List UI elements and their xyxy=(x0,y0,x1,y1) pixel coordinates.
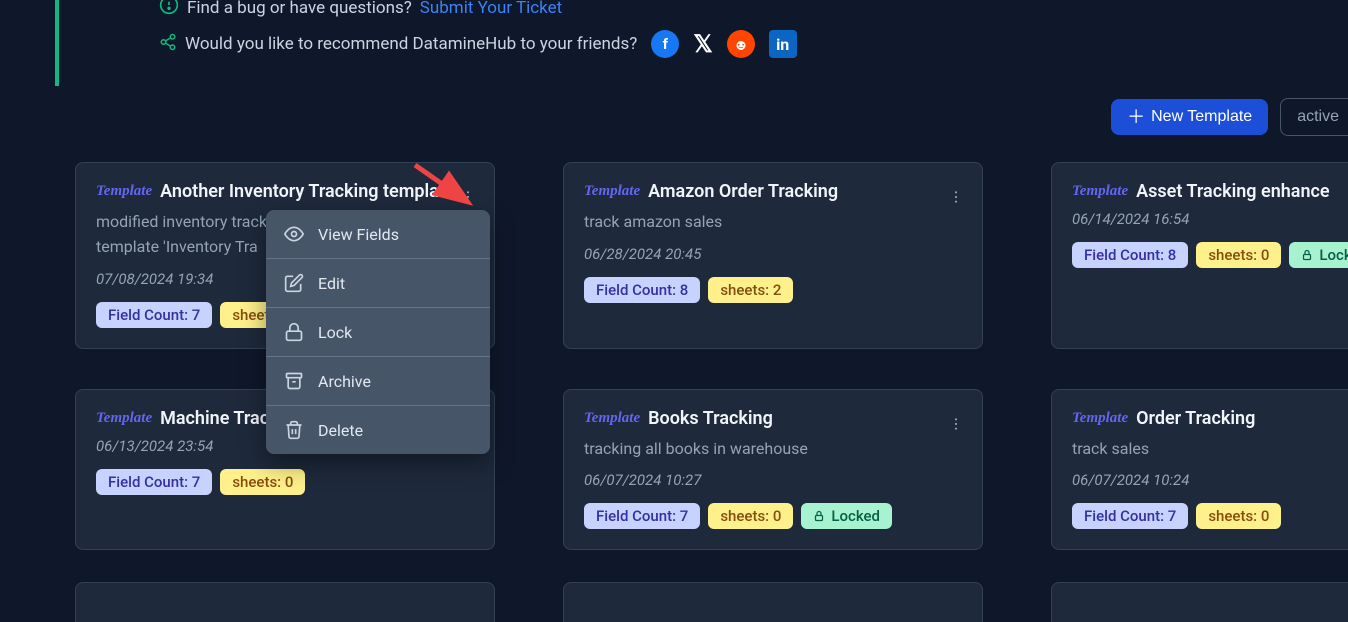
card-stub xyxy=(563,582,983,622)
active-filter-button[interactable]: active xyxy=(1280,98,1348,136)
card-stub xyxy=(1051,582,1348,622)
card-menu-button[interactable] xyxy=(456,185,480,213)
card-date: 06/07/2024 10:24 xyxy=(1072,471,1348,489)
active-filter-label: active xyxy=(1297,108,1339,126)
new-template-button[interactable]: ＋ New Template xyxy=(1111,99,1268,135)
menu-view-fields[interactable]: View Fields xyxy=(266,210,490,259)
card-header: Template Asset Tracking enhance xyxy=(1072,181,1348,202)
card-header: Template Books Tracking xyxy=(584,408,962,429)
field-count-chip: Field Count: 7 xyxy=(1072,503,1188,529)
recommend-text: Would you like to recommend DatamineHub … xyxy=(185,34,637,54)
field-count-chip: Field Count: 8 xyxy=(1072,242,1188,268)
menu-lock-label: Lock xyxy=(318,323,352,342)
sheets-chip: sheets: 0 xyxy=(1196,242,1281,268)
card-menu-button[interactable] xyxy=(944,185,968,213)
template-badge: Template xyxy=(1072,183,1128,200)
recommend-row: Would you like to recommend DatamineHub … xyxy=(159,30,1255,58)
card-chips: Field Count: 7 sheets: 0 xyxy=(96,469,474,495)
social-share-icons: f 𝕏 in xyxy=(651,30,796,58)
template-badge: Template xyxy=(584,410,640,427)
sheets-chip: sheets: 0 xyxy=(708,503,793,529)
menu-lock[interactable]: Lock xyxy=(266,308,490,357)
card-date: 06/28/2024 20:45 xyxy=(584,245,962,263)
template-badge: Template xyxy=(584,183,640,200)
card-description: tracking all books in warehouse xyxy=(584,437,962,462)
submit-ticket-link[interactable]: Submit Your Ticket xyxy=(420,0,562,18)
card-description: track amazon sales xyxy=(584,210,962,235)
card-menu-button[interactable] xyxy=(944,412,968,440)
menu-delete-label: Delete xyxy=(318,421,363,440)
sheets-chip: sheets: 0 xyxy=(1196,503,1281,529)
sheets-chip: sheets: 2 xyxy=(708,277,793,303)
new-template-label: New Template xyxy=(1151,108,1252,126)
card-title: Books Tracking xyxy=(648,408,962,429)
card-header: Template Order Tracking xyxy=(1072,408,1348,429)
card-chips: Field Count: 8 sheets: 0 Locked xyxy=(1072,242,1348,268)
plus-icon: ＋ xyxy=(1127,108,1145,126)
card-title: Amazon Order Tracking xyxy=(648,181,962,202)
x-twitter-icon[interactable]: 𝕏 xyxy=(693,32,712,56)
card-description: track sales xyxy=(1072,437,1348,462)
card-header: Template Another Inventory Tracking templ… xyxy=(96,181,474,202)
menu-edit[interactable]: Edit xyxy=(266,259,490,308)
locked-chip: Locked xyxy=(801,503,892,529)
card-title: Order Tracking xyxy=(1136,408,1348,429)
locked-chip: Locked xyxy=(1289,242,1348,268)
field-count-chip: Field Count: 7 xyxy=(584,503,700,529)
menu-archive[interactable]: Archive xyxy=(266,357,490,406)
template-card[interactable]: Template Asset Tracking enhance 06/14/2024… xyxy=(1051,162,1348,349)
template-card[interactable]: Template Books Tracking tracking all books… xyxy=(563,389,983,551)
template-badge: Template xyxy=(96,183,152,200)
bug-report-row: Find a bug or have questions? Submit You… xyxy=(159,0,1255,20)
card-title: Another Inventory Tracking template xyxy=(160,181,474,202)
card-date: 06/07/2024 10:27 xyxy=(584,471,962,489)
card-date: 06/14/2024 16:54 xyxy=(1072,210,1348,228)
menu-archive-label: Archive xyxy=(318,372,371,391)
field-count-chip: Field Count: 7 xyxy=(96,302,212,328)
reddit-icon[interactable] xyxy=(727,30,755,58)
sheets-chip: sheets: 0 xyxy=(220,469,305,495)
field-count-chip: Field Count: 8 xyxy=(584,277,700,303)
toolbar: ＋ New Template active xyxy=(1111,98,1348,136)
bug-report-text: Find a bug or have questions? xyxy=(187,0,412,18)
menu-edit-label: Edit xyxy=(318,274,345,293)
info-icon xyxy=(159,0,179,20)
field-count-chip: Field Count: 7 xyxy=(96,469,212,495)
card-stub xyxy=(75,582,495,622)
template-badge: Template xyxy=(1072,410,1128,427)
info-banner: Find a bug or have questions? Submit You… xyxy=(55,0,1255,86)
card-context-menu: View Fields Edit Lock Archive Delete xyxy=(266,210,490,454)
menu-delete[interactable]: Delete xyxy=(266,406,490,454)
share-icon xyxy=(159,33,177,56)
template-card[interactable]: Template Amazon Order Tracking track amazo… xyxy=(563,162,983,349)
card-chips: Field Count: 8 sheets: 2 xyxy=(584,277,962,303)
card-chips: Field Count: 7 sheets: 0 Locked xyxy=(584,503,962,529)
next-row-stub xyxy=(75,582,1348,622)
card-header: Template Amazon Order Tracking xyxy=(584,181,962,202)
template-badge: Template xyxy=(96,410,152,427)
menu-view-fields-label: View Fields xyxy=(318,225,399,244)
card-title: Asset Tracking enhance xyxy=(1136,181,1348,202)
card-chips: Field Count: 7 sheets: 0 xyxy=(1072,503,1348,529)
template-card[interactable]: Template Order Tracking track sales 06/07/2… xyxy=(1051,389,1348,551)
linkedin-icon[interactable]: in xyxy=(769,30,797,58)
facebook-icon[interactable]: f xyxy=(651,30,679,58)
